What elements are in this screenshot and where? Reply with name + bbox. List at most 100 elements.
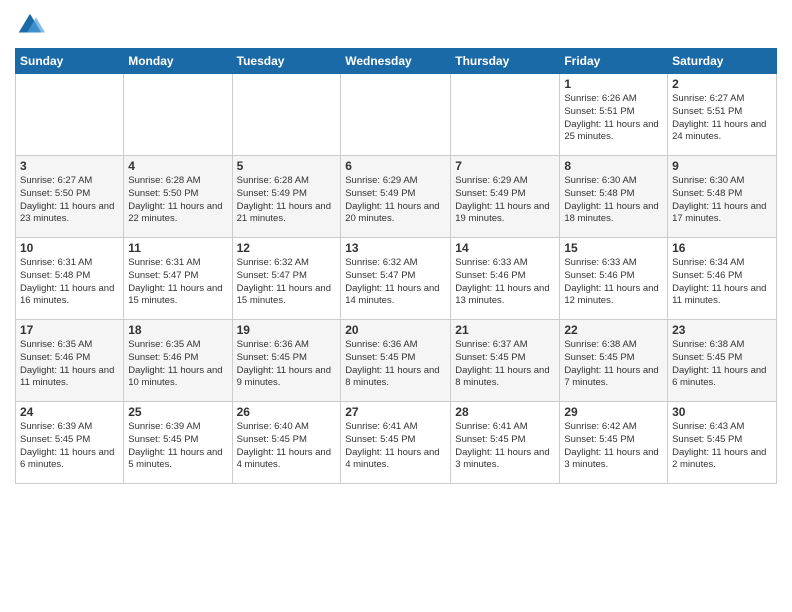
day-cell: 8 Sunrise: 6:30 AM Sunset: 5:48 PM Daylig…	[560, 156, 668, 238]
day-number: 18	[128, 323, 227, 337]
day-number: 2	[672, 77, 772, 91]
day-info: Sunrise: 6:28 AM Sunset: 5:49 PM Dayligh…	[237, 175, 337, 226]
day-cell: 3 Sunrise: 6:27 AM Sunset: 5:50 PM Daylig…	[16, 156, 124, 238]
day-info: Sunrise: 6:32 AM Sunset: 5:47 PM Dayligh…	[345, 257, 446, 308]
day-cell: 22Sunrise: 6:38 AM Sunset: 5:45 PM Dayli…	[560, 320, 668, 402]
day-number: 25	[128, 405, 227, 419]
week-row-3: 10Sunrise: 6:31 AM Sunset: 5:48 PM Dayli…	[16, 238, 777, 320]
day-info: Sunrise: 6:29 AM Sunset: 5:49 PM Dayligh…	[455, 175, 555, 226]
day-info: Sunrise: 6:35 AM Sunset: 5:46 PM Dayligh…	[128, 339, 227, 390]
day-number: 19	[237, 323, 337, 337]
day-info: Sunrise: 6:37 AM Sunset: 5:45 PM Dayligh…	[455, 339, 555, 390]
header	[15, 10, 777, 40]
weekday-monday: Monday	[124, 49, 232, 74]
day-number: 1	[564, 77, 663, 91]
weekday-friday: Friday	[560, 49, 668, 74]
day-number: 17	[20, 323, 119, 337]
day-info: Sunrise: 6:30 AM Sunset: 5:48 PM Dayligh…	[672, 175, 772, 226]
day-cell: 23 Sunrise: 6:38 AM Sunset: 5:45 PM Dayli…	[668, 320, 777, 402]
day-cell: 12Sunrise: 6:32 AM Sunset: 5:47 PM Dayli…	[232, 238, 341, 320]
day-info: Sunrise: 6:29 AM Sunset: 5:49 PM Dayligh…	[345, 175, 446, 226]
day-info: Sunrise: 6:35 AM Sunset: 5:46 PM Dayligh…	[20, 339, 119, 390]
weekday-tuesday: Tuesday	[232, 49, 341, 74]
calendar-header: SundayMondayTuesdayWednesdayThursdayFrid…	[16, 49, 777, 74]
day-info: Sunrise: 6:38 AM Sunset: 5:45 PM Dayligh…	[672, 339, 772, 390]
logo	[15, 10, 49, 40]
day-cell	[341, 74, 451, 156]
day-info: Sunrise: 6:41 AM Sunset: 5:45 PM Dayligh…	[455, 421, 555, 472]
day-info: Sunrise: 6:38 AM Sunset: 5:45 PM Dayligh…	[564, 339, 663, 390]
day-info: Sunrise: 6:31 AM Sunset: 5:47 PM Dayligh…	[128, 257, 227, 308]
day-cell: 28 Sunrise: 6:41 AM Sunset: 5:45 PM Dayli…	[451, 402, 560, 484]
day-cell: 13Sunrise: 6:32 AM Sunset: 5:47 PM Dayli…	[341, 238, 451, 320]
day-number: 4	[128, 159, 227, 173]
day-number: 23	[672, 323, 772, 337]
weekday-thursday: Thursday	[451, 49, 560, 74]
day-info: Sunrise: 6:33 AM Sunset: 5:46 PM Dayligh…	[455, 257, 555, 308]
day-number: 16	[672, 241, 772, 255]
day-number: 14	[455, 241, 555, 255]
week-row-5: 24 Sunrise: 6:39 AM Sunset: 5:45 PM Dayli…	[16, 402, 777, 484]
logo-icon	[15, 10, 45, 40]
day-info: Sunrise: 6:34 AM Sunset: 5:46 PM Dayligh…	[672, 257, 772, 308]
day-number: 30	[672, 405, 772, 419]
day-number: 28	[455, 405, 555, 419]
day-info: Sunrise: 6:27 AM Sunset: 5:51 PM Dayligh…	[672, 93, 772, 144]
day-number: 3	[20, 159, 119, 173]
weekday-header-row: SundayMondayTuesdayWednesdayThursdayFrid…	[16, 49, 777, 74]
day-number: 6	[345, 159, 446, 173]
day-cell: 16 Sunrise: 6:34 AM Sunset: 5:46 PM Dayli…	[668, 238, 777, 320]
day-info: Sunrise: 6:39 AM Sunset: 5:45 PM Dayligh…	[20, 421, 119, 472]
day-cell: 26 Sunrise: 6:40 AM Sunset: 5:45 PM Dayli…	[232, 402, 341, 484]
day-cell: 29 Sunrise: 6:42 AM Sunset: 5:45 PM Dayli…	[560, 402, 668, 484]
day-info: Sunrise: 6:33 AM Sunset: 5:46 PM Dayligh…	[564, 257, 663, 308]
day-cell: 6 Sunrise: 6:29 AM Sunset: 5:49 PM Daylig…	[341, 156, 451, 238]
day-info: Sunrise: 6:30 AM Sunset: 5:48 PM Dayligh…	[564, 175, 663, 226]
day-info: Sunrise: 6:43 AM Sunset: 5:45 PM Dayligh…	[672, 421, 772, 472]
day-number: 24	[20, 405, 119, 419]
day-info: Sunrise: 6:36 AM Sunset: 5:45 PM Dayligh…	[237, 339, 337, 390]
day-number: 21	[455, 323, 555, 337]
day-cell: 15 Sunrise: 6:33 AM Sunset: 5:46 PM Dayli…	[560, 238, 668, 320]
weekday-sunday: Sunday	[16, 49, 124, 74]
day-info: Sunrise: 6:27 AM Sunset: 5:50 PM Dayligh…	[20, 175, 119, 226]
day-number: 20	[345, 323, 446, 337]
day-cell: 14 Sunrise: 6:33 AM Sunset: 5:46 PM Dayli…	[451, 238, 560, 320]
day-info: Sunrise: 6:42 AM Sunset: 5:45 PM Dayligh…	[564, 421, 663, 472]
day-cell	[451, 74, 560, 156]
day-cell: 9 Sunrise: 6:30 AM Sunset: 5:48 PM Daylig…	[668, 156, 777, 238]
weekday-saturday: Saturday	[668, 49, 777, 74]
day-info: Sunrise: 6:36 AM Sunset: 5:45 PM Dayligh…	[345, 339, 446, 390]
weekday-wednesday: Wednesday	[341, 49, 451, 74]
day-number: 9	[672, 159, 772, 173]
day-cell: 25 Sunrise: 6:39 AM Sunset: 5:45 PM Dayli…	[124, 402, 232, 484]
day-cell	[232, 74, 341, 156]
calendar: SundayMondayTuesdayWednesdayThursdayFrid…	[15, 48, 777, 484]
day-number: 29	[564, 405, 663, 419]
day-cell: 21 Sunrise: 6:37 AM Sunset: 5:45 PM Dayli…	[451, 320, 560, 402]
day-number: 11	[128, 241, 227, 255]
day-number: 5	[237, 159, 337, 173]
week-row-1: 1Sunrise: 6:26 AM Sunset: 5:51 PM Daylig…	[16, 74, 777, 156]
day-cell: 18 Sunrise: 6:35 AM Sunset: 5:46 PM Dayli…	[124, 320, 232, 402]
day-info: Sunrise: 6:40 AM Sunset: 5:45 PM Dayligh…	[237, 421, 337, 472]
day-number: 7	[455, 159, 555, 173]
day-info: Sunrise: 6:28 AM Sunset: 5:50 PM Dayligh…	[128, 175, 227, 226]
day-cell: 20 Sunrise: 6:36 AM Sunset: 5:45 PM Dayli…	[341, 320, 451, 402]
week-row-4: 17 Sunrise: 6:35 AM Sunset: 5:46 PM Dayli…	[16, 320, 777, 402]
day-cell: 11 Sunrise: 6:31 AM Sunset: 5:47 PM Dayli…	[124, 238, 232, 320]
day-info: Sunrise: 6:41 AM Sunset: 5:45 PM Dayligh…	[345, 421, 446, 472]
day-cell: 17 Sunrise: 6:35 AM Sunset: 5:46 PM Dayli…	[16, 320, 124, 402]
day-info: Sunrise: 6:32 AM Sunset: 5:47 PM Dayligh…	[237, 257, 337, 308]
day-cell: 1Sunrise: 6:26 AM Sunset: 5:51 PM Daylig…	[560, 74, 668, 156]
day-number: 15	[564, 241, 663, 255]
day-cell: 4 Sunrise: 6:28 AM Sunset: 5:50 PM Daylig…	[124, 156, 232, 238]
day-cell: 10Sunrise: 6:31 AM Sunset: 5:48 PM Dayli…	[16, 238, 124, 320]
day-number: 26	[237, 405, 337, 419]
day-number: 8	[564, 159, 663, 173]
day-info: Sunrise: 6:39 AM Sunset: 5:45 PM Dayligh…	[128, 421, 227, 472]
day-cell: 19 Sunrise: 6:36 AM Sunset: 5:45 PM Dayli…	[232, 320, 341, 402]
calendar-body: 1Sunrise: 6:26 AM Sunset: 5:51 PM Daylig…	[16, 74, 777, 484]
day-cell: 24 Sunrise: 6:39 AM Sunset: 5:45 PM Dayli…	[16, 402, 124, 484]
day-number: 27	[345, 405, 446, 419]
